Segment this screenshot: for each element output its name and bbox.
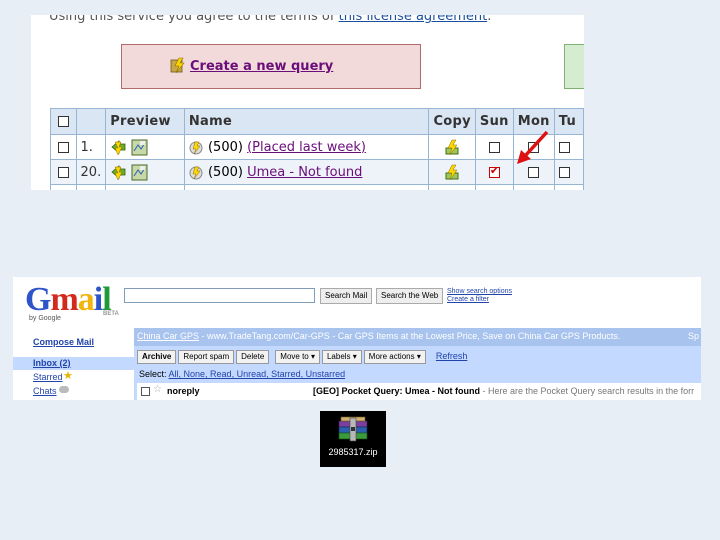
logo-beta: BETA [103, 311, 119, 317]
red-arrow-icon [517, 130, 549, 164]
ad-text: - www.TradeTang.com/Car-GPS - Car GPS It… [199, 331, 621, 341]
select-all-checkbox[interactable] [57, 116, 69, 127]
sun-checkbox[interactable] [488, 141, 500, 153]
tue-checkbox[interactable] [558, 141, 570, 153]
mail-list-area: China Car GPS - www.TradeTang.com/Car-GP… [134, 328, 701, 400]
row-checkbox[interactable] [57, 141, 69, 153]
inbox-label: Inbox (2) [33, 358, 71, 368]
query-status-icon [189, 166, 203, 179]
license-notice: Using this service you agree to the term… [49, 15, 491, 24]
gmail-logo[interactable]: Gmail by Google BETA [25, 283, 125, 323]
ad-sponsored: Sp [687, 331, 699, 341]
query-count: (500) [207, 139, 243, 155]
email-checkbox[interactable] [141, 387, 150, 396]
map-preview-icon[interactable] [131, 164, 148, 181]
header-tue: Tu [553, 108, 584, 135]
email-snippet: - Here are the Pocket Query search resul… [480, 386, 695, 396]
lightning-icon [170, 57, 185, 74]
select-bar: Select: All, None, Read, Unread, Starred… [139, 369, 346, 379]
download-icon[interactable] [110, 139, 127, 156]
row-index: 1. [75, 134, 107, 160]
pocket-query-table: Preview Name Copy Sun Mon Tu 1. (500) (P… [50, 108, 584, 190]
header-sun: Sun [474, 108, 514, 135]
map-preview-icon[interactable] [131, 139, 148, 156]
header-copy: Copy [428, 108, 476, 135]
email-star-icon[interactable]: ☆ [153, 384, 162, 395]
query-name-link[interactable]: (Placed last week) [247, 140, 366, 155]
sponsored-ad-bar: China Car GPS - www.TradeTang.com/Car-GP… [134, 328, 701, 346]
query-status-icon [189, 141, 203, 154]
labels-dropdown[interactable]: Labels ▾ [321, 350, 362, 364]
sidebar-item-chats[interactable]: Chats [33, 386, 57, 396]
create-new-query-link[interactable]: Create a new query [190, 59, 333, 74]
archive-button[interactable]: Archive [137, 350, 177, 364]
table-row: 20. (500) Umea - Not found [50, 159, 584, 185]
license-agreement-link[interactable]: this license agreement [339, 15, 488, 24]
copy-query-icon[interactable] [444, 164, 461, 181]
sun-checkbox-checked[interactable] [488, 164, 500, 178]
email-sender: noreply [167, 386, 200, 396]
delete-button[interactable]: Delete [236, 350, 270, 364]
chat-bubble-icon [59, 386, 69, 393]
more-actions-dropdown[interactable]: More actions ▾ [363, 350, 426, 364]
email-row[interactable]: ☆ noreply [GEO] Pocket Query: Umea - Not… [137, 383, 701, 400]
copy-query-icon[interactable] [444, 139, 461, 156]
table-row-partial [50, 184, 584, 190]
select-options-links[interactable]: All, None, Read, Unread, Starred, Unstar… [169, 369, 346, 379]
create-filter-link[interactable]: Create a filter [447, 296, 489, 303]
logo-by-google: by Google [29, 315, 61, 322]
table-row: 1. (500) (Placed last week) [50, 134, 584, 160]
header-preview: Preview [105, 108, 185, 135]
zip-file[interactable]: 2985317.zip [320, 411, 386, 467]
row-index: 20. [75, 159, 107, 185]
search-web-button[interactable]: Search the Web [376, 288, 444, 304]
compose-mail-link[interactable]: Compose Mail [33, 337, 94, 347]
tue-checkbox[interactable] [558, 166, 570, 178]
query-count: (500) [207, 164, 243, 180]
move-to-dropdown[interactable]: Move to ▾ [275, 350, 320, 364]
show-search-options-link[interactable]: Show search options [447, 288, 512, 295]
zip-filename: 2985317.zip [328, 447, 378, 457]
refresh-link[interactable]: Refresh [436, 350, 468, 361]
download-icon[interactable] [110, 164, 127, 181]
email-subject-line: [GEO] Pocket Query: Umea - Not found - H… [313, 386, 695, 396]
star-icon: ★ [63, 370, 73, 382]
query-name-link[interactable]: Umea - Not found [247, 165, 362, 180]
mon-checkbox[interactable] [528, 166, 540, 178]
pocket-query-panel: Using this service you agree to the term… [31, 15, 584, 190]
header-name: Name [183, 108, 430, 135]
search-input[interactable] [124, 288, 315, 303]
mail-toolbar: Archive Report spam Delete Move to ▾ Labels … [137, 350, 467, 366]
green-box [564, 44, 584, 89]
create-query-box: Create a new query [121, 44, 421, 89]
gmail-panel: Gmail by Google BETA Search Mail Search … [13, 277, 701, 400]
sidebar-item-inbox[interactable]: Inbox (2) [13, 357, 134, 370]
row-checkbox[interactable] [57, 166, 69, 178]
sidebar-item-starred[interactable]: Starred [33, 372, 63, 382]
winrar-archive-icon [338, 416, 368, 442]
ad-link[interactable]: China Car GPS [137, 331, 199, 341]
search-mail-button[interactable]: Search Mail [320, 288, 373, 304]
report-spam-button[interactable]: Report spam [178, 350, 235, 364]
